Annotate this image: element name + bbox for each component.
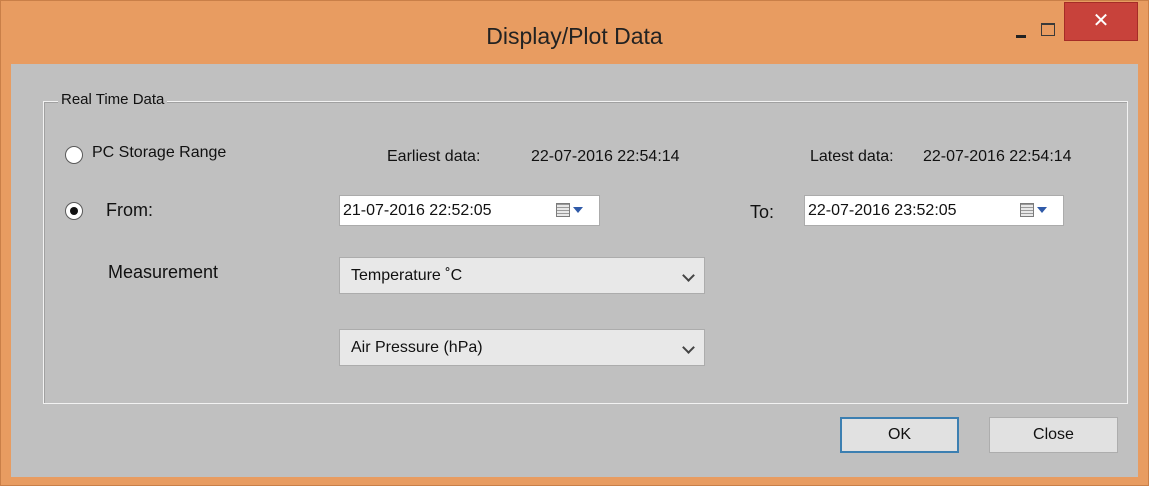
close-button[interactable]: Close — [989, 417, 1118, 453]
ok-button[interactable]: OK — [840, 417, 959, 453]
earliest-data-value: 22-07-2016 22:54:14 — [531, 148, 680, 165]
calendar-grid — [556, 203, 570, 217]
dropdown-arrow-icon — [1037, 207, 1047, 213]
dialog-body: Real Time Data PC Storage Range Earliest… — [11, 64, 1138, 477]
chevron-down-icon — [682, 341, 695, 354]
calendar-icon[interactable] — [556, 203, 584, 219]
latest-data-label: Latest data: — [810, 148, 894, 165]
pc-storage-range-radio[interactable] — [65, 146, 83, 164]
calendar-icon[interactable] — [1020, 203, 1048, 219]
from-label[interactable]: From: — [106, 200, 153, 221]
latest-data-value: 22-07-2016 22:54:14 — [923, 148, 1072, 165]
dialog-window: Display/Plot Data ✕ Real Time Data PC St… — [0, 0, 1149, 486]
close-icon[interactable]: ✕ — [1064, 2, 1138, 41]
measurement-select-1-value: Temperature ˚C — [351, 267, 463, 284]
window-title: Display/Plot Data — [486, 23, 663, 49]
measurement-select-2[interactable]: Air Pressure (hPa) — [339, 329, 705, 366]
to-datetime-value: 22-07-2016 23:52:05 — [808, 202, 957, 219]
calendar-grid — [1020, 203, 1034, 217]
maximize-icon[interactable] — [1034, 19, 1062, 45]
dropdown-arrow-icon — [573, 207, 583, 213]
measurement-select-1[interactable]: Temperature ˚C — [339, 257, 705, 294]
to-label: To: — [750, 202, 775, 222]
to-datetime-picker[interactable]: 22-07-2016 23:52:05 — [804, 195, 1064, 226]
earliest-data-label: Earliest data: — [387, 148, 481, 165]
from-datetime-picker[interactable]: 21-07-2016 22:52:05 — [339, 195, 600, 226]
title-bar[interactable]: Display/Plot Data ✕ — [1, 1, 1148, 59]
measurement-select-2-value: Air Pressure (hPa) — [351, 339, 483, 356]
minimize-icon[interactable] — [1007, 19, 1035, 45]
from-datetime-value: 21-07-2016 22:52:05 — [343, 202, 492, 219]
group-label: Real Time Data — [58, 91, 168, 108]
chevron-down-icon — [682, 269, 695, 282]
from-radio[interactable] — [65, 202, 83, 220]
pc-storage-range-label[interactable]: PC Storage Range — [92, 144, 226, 162]
measurement-label: Measurement — [108, 262, 219, 282]
